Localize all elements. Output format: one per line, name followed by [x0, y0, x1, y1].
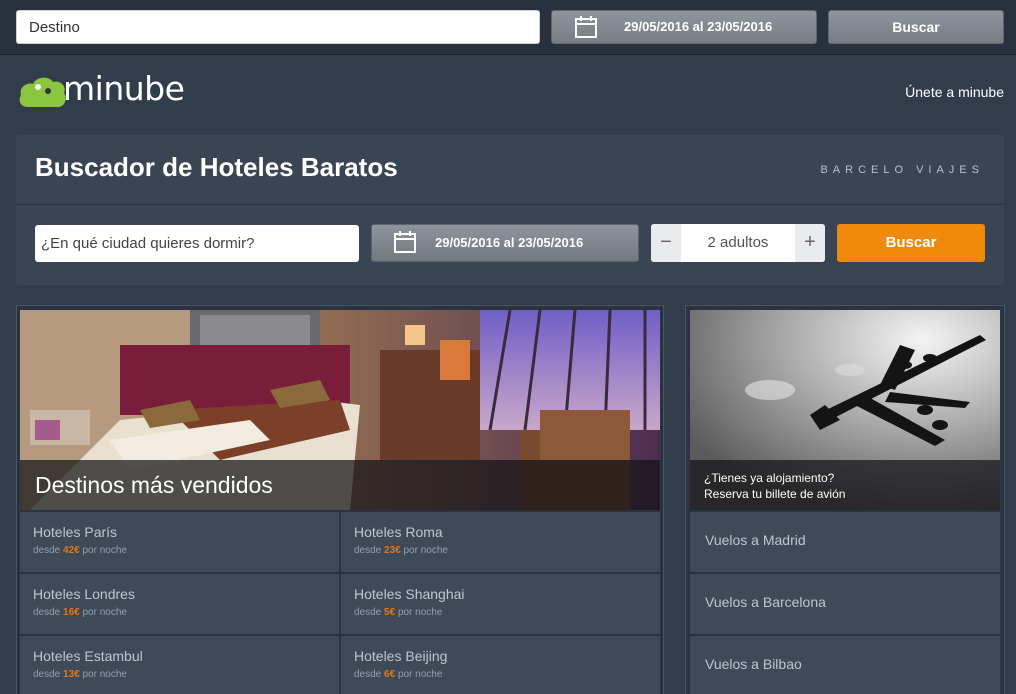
divider	[16, 204, 1004, 205]
flight-item-madrid[interactable]: Vuelos a Madrid	[690, 512, 1000, 572]
destination-price: desde 23€ por noche	[354, 545, 448, 556]
flights-caption-line2: Reserva tu billete de avión	[704, 487, 846, 501]
destination-name: Hoteles Londres	[33, 586, 135, 602]
calendar-icon	[575, 16, 597, 38]
search-button[interactable]: Buscar	[837, 224, 985, 262]
destination-name: Hoteles Estambul	[33, 648, 143, 664]
destination-name: Hoteles París	[33, 524, 118, 540]
top-search-button[interactable]: Buscar	[828, 10, 1004, 44]
dates-button[interactable]: 29/05/2016 al 23/05/2016	[371, 224, 639, 262]
destination-item-roma[interactable]: Hoteles Roma desde 23€ por noche	[341, 512, 660, 572]
destination-price: desde 42€ por noche	[33, 545, 127, 556]
guests-stepper: − 2 adultos +	[651, 224, 825, 262]
destination-name: Hoteles Roma	[354, 524, 443, 540]
destination-input[interactable]: Destino	[16, 10, 540, 44]
airplane-image[interactable]: ¿Tienes ya alojamiento? Reserva tu bille…	[690, 310, 1000, 510]
destination-price: desde 13€ por noche	[33, 669, 127, 680]
partner-label: BARCELO VIAJES	[820, 164, 984, 176]
destination-item-londres[interactable]: Hoteles Londres desde 16€ por noche	[20, 574, 339, 634]
flight-label: Vuelos a Barcelona	[705, 594, 826, 610]
hotel-search-panel: Buscador de Hoteles Baratos BARCELO VIAJ…	[16, 135, 1004, 285]
top-bar: Destino 29/05/2016 al 23/05/2016 Buscar	[0, 0, 1016, 55]
hero-caption: Destinos más vendidos	[20, 460, 660, 510]
top-dates-button[interactable]: 29/05/2016 al 23/05/2016	[551, 10, 817, 44]
destination-item-shanghai[interactable]: Hoteles Shanghai desde 5€ por noche	[341, 574, 660, 634]
flight-label: Vuelos a Madrid	[705, 532, 806, 548]
destination-item-estambul[interactable]: Hoteles Estambul desde 13€ por noche	[20, 636, 339, 694]
flights-caption: ¿Tienes ya alojamiento? Reserva tu bille…	[690, 460, 1000, 510]
guests-plus-button[interactable]: +	[795, 224, 825, 262]
logo-text: minube	[63, 69, 185, 108]
flight-label: Vuelos a Bilbao	[705, 656, 802, 672]
destinations-heading: Destinos más vendidos	[35, 472, 273, 498]
guests-value: 2 adultos	[707, 234, 769, 251]
dates-text: 29/05/2016 al 23/05/2016	[435, 235, 584, 250]
top-dates-text: 29/05/2016 al 23/05/2016	[624, 19, 773, 34]
flight-item-barcelona[interactable]: Vuelos a Barcelona	[690, 574, 1000, 634]
destination-name: Hoteles Beijing	[354, 648, 448, 664]
destination-price: desde 6€ por noche	[354, 669, 443, 680]
guests-minus-button[interactable]: −	[651, 224, 681, 262]
flights-caption-line1: ¿Tienes ya alojamiento?	[704, 471, 835, 485]
destination-price: desde 5€ por noche	[354, 607, 443, 618]
join-link[interactable]: Únete a minube	[905, 84, 1004, 100]
flight-item-bilbao[interactable]: Vuelos a Bilbao	[690, 636, 1000, 694]
city-input[interactable]: ¿En qué ciudad quieres dormir?	[35, 225, 359, 262]
page-title: Buscador de Hoteles Baratos	[35, 152, 398, 182]
flights-card: ¿Tienes ya alojamiento? Reserva tu bille…	[685, 305, 1005, 694]
destination-price: desde 16€ por noche	[33, 607, 127, 618]
hotel-room-image[interactable]: Destinos más vendidos	[20, 310, 660, 510]
destination-item-paris[interactable]: Hoteles París desde 42€ por noche	[20, 512, 339, 572]
destination-name: Hoteles Shanghai	[354, 586, 465, 602]
destination-item-beijing[interactable]: Hoteles Beijing desde 6€ por noche	[341, 636, 660, 694]
calendar-icon	[394, 231, 416, 253]
destinations-card: Destinos más vendidos Hoteles París desd…	[16, 305, 664, 694]
